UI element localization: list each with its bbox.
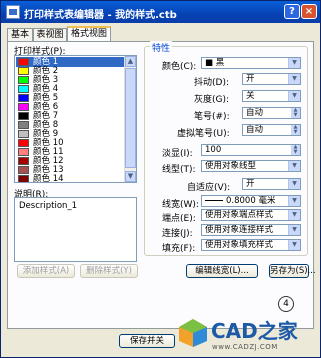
fillstyle-select[interactable]: 使用对象填充样式 ▼ [201, 239, 301, 251]
grayscale-select[interactable]: 关 ▼ [242, 90, 301, 102]
app-icon [6, 5, 20, 19]
chevron-down-icon[interactable]: ▼ [288, 74, 300, 84]
virtual-pen-spinner[interactable]: 自动 ▲ ▼ [242, 124, 301, 136]
list-item-label: 颜色 14 [33, 174, 64, 183]
scroll-thumb[interactable] [125, 68, 136, 168]
endstyle-label: 端点(E): [162, 214, 196, 224]
color-select[interactable]: ■ 黑 ▼ [201, 57, 301, 69]
color-swatch-icon [18, 157, 29, 165]
scroll-down-arrow-icon[interactable]: ▼ [125, 171, 136, 182]
linetype-label: 线型(T): [162, 165, 196, 175]
linetype-select-value: 使用对象线型 [205, 161, 257, 171]
lineweight-sample-icon [205, 200, 223, 201]
add-style-button[interactable]: 添加样式(A) [17, 264, 75, 278]
color-swatch-icon [18, 85, 29, 93]
print-styles-list[interactable]: 颜色 1 颜色 2 颜色 3 颜色 4 颜色 5 颜色 6 颜色 7 颜色 8 颜色 9 颜色 1… [14, 55, 137, 183]
pen-number-spinner[interactable]: 自动 ▲ ▼ [242, 107, 301, 119]
lineweight-select-value: 0.8000 毫米 [226, 196, 276, 206]
tab-form-view[interactable]: 格式视图 [67, 26, 111, 42]
fillstyle-label: 填充(F): [162, 244, 196, 254]
chevron-down-icon[interactable]: ▼ [288, 91, 300, 101]
lineweight-label: 线宽(W): [162, 200, 199, 210]
color-select-value: ■ 黑 [205, 58, 225, 68]
save-and-close-button[interactable]: 保存并关 [119, 334, 175, 348]
color-swatch-icon [18, 58, 29, 66]
spin-down-icon[interactable]: ▼ [291, 130, 300, 135]
color-swatch-icon [18, 166, 29, 174]
linetype-select[interactable]: 使用对象线型 ▼ [201, 160, 301, 172]
cad-home-logo-icon [179, 319, 207, 347]
color-swatch-icon [18, 148, 29, 156]
color-swatch-icon [18, 112, 29, 120]
virtual-pen-value: 自动 [246, 125, 264, 135]
grayscale-select-value: 关 [246, 91, 255, 101]
watermark-brand: CAD之家 [211, 319, 298, 343]
properties-group-title: 特性 [150, 41, 173, 54]
chevron-down-icon[interactable]: ▼ [288, 210, 300, 220]
adaptive-label: 自适应(V): [187, 183, 231, 193]
window-title: 打印样式表编辑器 - 我的样式.ctb [24, 10, 177, 21]
chevron-down-icon[interactable]: ▼ [288, 240, 300, 250]
color-swatch-icon [18, 175, 29, 182]
dither-label: 抖动(D): [194, 78, 229, 88]
save-as-button[interactable]: 另存为(S)... [269, 264, 316, 278]
endstyle-select[interactable]: 使用对象端点样式 ▼ [201, 209, 301, 221]
chevron-down-icon[interactable]: ▼ [288, 225, 300, 235]
watermark-url: www.CADZJ.COM [212, 343, 278, 351]
adaptive-select-value: 开 [246, 179, 255, 189]
list-item[interactable]: 颜色 14 [16, 174, 125, 183]
color-swatch-icon [18, 139, 29, 147]
dither-select-value: 开 [246, 74, 255, 84]
grayscale-label: 灰度(G): [194, 95, 230, 105]
tab-general[interactable]: 基本 [7, 28, 33, 41]
chevron-down-icon[interactable]: ▼ [288, 179, 300, 189]
color-swatch-icon [18, 76, 29, 84]
callout-number-badge: 4 [278, 296, 294, 312]
help-button[interactable]: ? [284, 4, 300, 19]
edit-lineweights-button[interactable]: 编辑线宽(L)... [186, 264, 258, 278]
close-button[interactable]: × [301, 4, 317, 19]
joinstyle-select[interactable]: 使用对象连接样式 ▼ [201, 224, 301, 236]
lineweight-select[interactable]: 0.8000 毫米 ▼ [201, 195, 301, 207]
joinstyle-label: 连接(J): [162, 229, 193, 239]
spin-down-icon[interactable]: ▼ [291, 113, 300, 118]
delete-style-button[interactable]: 删除样式(Y) [80, 264, 138, 278]
joinstyle-select-value: 使用对象连接样式 [205, 225, 274, 235]
color-swatch-icon [18, 121, 29, 129]
spin-down-icon[interactable]: ▼ [291, 150, 300, 155]
adaptive-select[interactable]: 开 ▼ [242, 178, 301, 190]
styles-scrollbar[interactable]: ▲ ▼ [124, 56, 136, 182]
virtual-pen-label: 虚拟笔号(U): [177, 129, 230, 139]
chevron-down-icon[interactable]: ▼ [288, 161, 300, 171]
fillstyle-select-value: 使用对象填充样式 [205, 240, 274, 250]
color-swatch-icon [18, 103, 29, 111]
title-bar[interactable]: 打印样式表编辑器 - 我的样式.ctb ? × [1, 1, 320, 23]
pen-number-label: 笔号(#): [194, 112, 230, 122]
tab-table-view[interactable]: 表视图 [33, 28, 67, 41]
chevron-down-icon[interactable]: ▼ [288, 58, 300, 68]
description-textarea[interactable]: Description_1 [14, 197, 137, 262]
color-swatch-icon [18, 130, 29, 138]
endstyle-select-value: 使用对象端点样式 [205, 210, 274, 220]
screening-label: 淡显(I): [162, 149, 193, 159]
pen-number-value: 自动 [246, 108, 264, 118]
color-swatch-icon [18, 94, 29, 102]
color-swatch-icon [18, 67, 29, 75]
print-style-table-editor-window: 打印样式表编辑器 - 我的样式.ctb ? × 基本 表视图 格式视图 打印样式… [0, 0, 321, 358]
scroll-up-arrow-icon[interactable]: ▲ [125, 56, 136, 67]
color-label: 颜色(C): [162, 62, 197, 72]
chevron-down-icon[interactable]: ▼ [288, 196, 300, 206]
watermark: CAD之家 www.CADZJ.COM [178, 314, 318, 356]
screening-spinner[interactable]: 100 ▲ ▼ [201, 144, 301, 156]
screening-value: 100 [205, 145, 222, 155]
dither-select[interactable]: 开 ▼ [242, 73, 301, 85]
